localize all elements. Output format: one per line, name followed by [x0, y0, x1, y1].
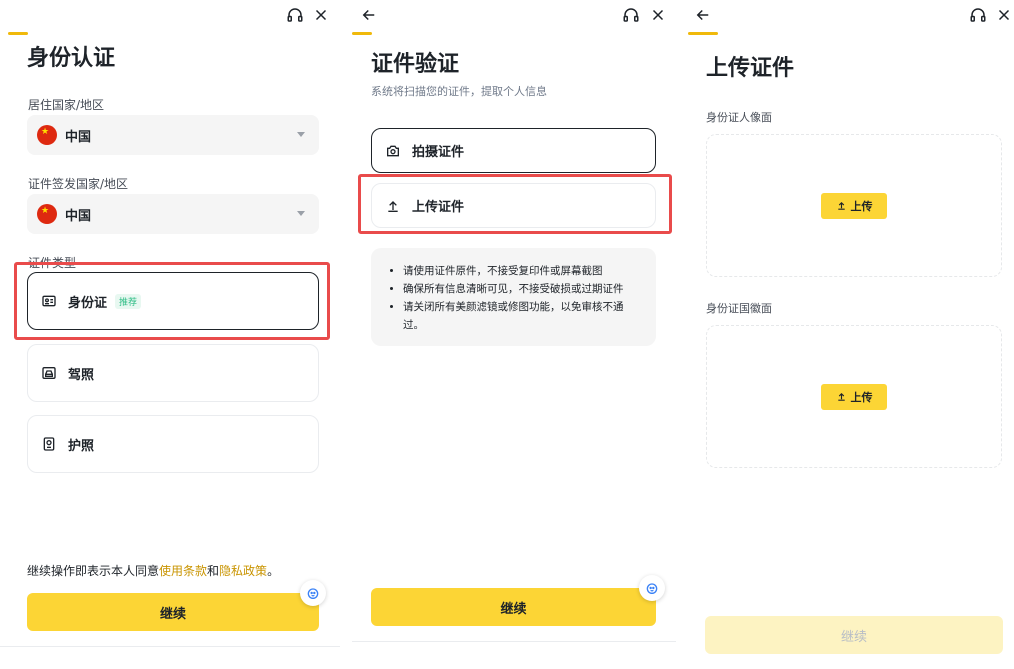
- front-upload-area[interactable]: 上传: [706, 134, 1002, 277]
- option-upload-document[interactable]: 上传证件: [371, 183, 656, 228]
- upload-label: 上传: [850, 199, 873, 213]
- privacy-link[interactable]: 隐私政策: [219, 564, 267, 578]
- option-id-card[interactable]: 身份证 推荐: [27, 272, 319, 330]
- option-take-photo[interactable]: 拍摄证件: [371, 128, 656, 173]
- tab-indicator: [352, 32, 372, 35]
- upload-label: 上传: [850, 390, 873, 404]
- tip-item: 请使用证件原件，不接受复印件或屏幕截图: [403, 262, 642, 280]
- residence-value: 中国: [65, 129, 92, 145]
- residence-select[interactable]: ★ 中国: [27, 115, 319, 155]
- headset-icon[interactable]: [620, 4, 642, 26]
- document-verification-panel: 证件验证 系统将扫描您的证件，提取个人信息 拍摄证件 上传证件 请使用证件原件，…: [352, 0, 676, 669]
- consent-prefix: 继续操作即表示本人同意: [27, 564, 160, 578]
- tips-box: 请使用证件原件，不接受复印件或屏幕截图 确保所有信息清晰可见，不接受破损或过期证…: [371, 248, 656, 346]
- continue-button[interactable]: 继续: [27, 593, 319, 631]
- consent-suffix: 。: [267, 564, 280, 578]
- tab-indicator: [8, 32, 28, 35]
- top-bar: [352, 0, 676, 35]
- china-flag-icon: ★: [37, 204, 57, 224]
- back-arrow-icon[interactable]: [692, 4, 714, 26]
- back-arrow-icon[interactable]: [358, 4, 380, 26]
- close-icon[interactable]: [647, 4, 669, 26]
- close-icon[interactable]: [310, 4, 332, 26]
- identity-verification-panel: 身份认证 居住国家/地区 ★ 中国 证件签发国家/地区 ★ 中国 证件类型 身份…: [0, 0, 340, 669]
- front-side-label: 身份证人像面: [706, 111, 772, 124]
- passport-icon: [40, 435, 58, 453]
- option-drivers-license[interactable]: 驾照: [27, 344, 319, 402]
- tab-indicator: [688, 32, 718, 35]
- option-passport[interactable]: 护照: [27, 415, 319, 473]
- option-label: 上传证件: [412, 200, 465, 215]
- close-icon[interactable]: [993, 4, 1014, 26]
- doc-type-label: 证件类型: [28, 256, 77, 270]
- upload-icon: [837, 201, 845, 210]
- page-subtitle: 系统将扫描您的证件，提取个人信息: [371, 85, 547, 98]
- headset-icon[interactable]: [967, 4, 989, 26]
- option-label: 护照: [68, 438, 95, 454]
- page-title: 证件验证: [371, 52, 460, 77]
- option-label: 拍摄证件: [412, 145, 465, 160]
- upload-icon: [837, 392, 845, 401]
- upload-button[interactable]: 上传: [821, 192, 887, 219]
- terms-link[interactable]: 使用条款: [159, 564, 207, 578]
- option-label: 驾照: [68, 367, 95, 383]
- top-bar: [0, 0, 340, 35]
- tip-item: 确保所有信息清晰可见，不接受破损或过期证件: [403, 280, 642, 298]
- residence-label: 居住国家/地区: [28, 98, 105, 112]
- bottom-divider: [352, 641, 676, 642]
- consent-and: 和: [207, 564, 220, 578]
- headset-icon[interactable]: [284, 4, 306, 26]
- issuing-select[interactable]: ★ 中国: [27, 194, 319, 234]
- recommended-badge: 推荐: [115, 293, 142, 309]
- page-title: 身份认证: [27, 46, 116, 71]
- bottom-divider: [0, 646, 340, 647]
- upload-button[interactable]: 上传: [821, 383, 887, 410]
- id-card-icon: [40, 292, 58, 310]
- continue-button[interactable]: 继续: [705, 616, 1003, 654]
- upload-document-panel: 上传证件 身份证人像面 上传 身份证国徽面 上传 继续: [688, 0, 1014, 669]
- drivers-license-icon: [40, 364, 58, 382]
- tip-item: 请关闭所有美颜滤镜或修图功能，以免审核不通过。: [403, 298, 642, 334]
- issuing-label: 证件签发国家/地区: [28, 177, 129, 191]
- issuing-value: 中国: [65, 208, 92, 224]
- top-bar: [688, 0, 1014, 35]
- china-flag-icon: ★: [37, 125, 57, 145]
- option-label: 身份证: [68, 295, 108, 311]
- back-side-label: 身份证国徽面: [706, 302, 772, 315]
- continue-button[interactable]: 继续: [371, 588, 656, 626]
- assistant-icon[interactable]: [300, 580, 326, 606]
- page-title: 上传证件: [706, 56, 795, 81]
- chevron-down-icon: [297, 132, 305, 137]
- chevron-down-icon: [297, 211, 305, 216]
- camera-icon: [384, 142, 402, 160]
- consent-text: 继续操作即表示本人同意使用条款和隐私政策。: [27, 562, 279, 579]
- back-upload-area[interactable]: 上传: [706, 325, 1002, 468]
- upload-icon: [384, 197, 402, 215]
- assistant-icon[interactable]: [639, 575, 665, 601]
